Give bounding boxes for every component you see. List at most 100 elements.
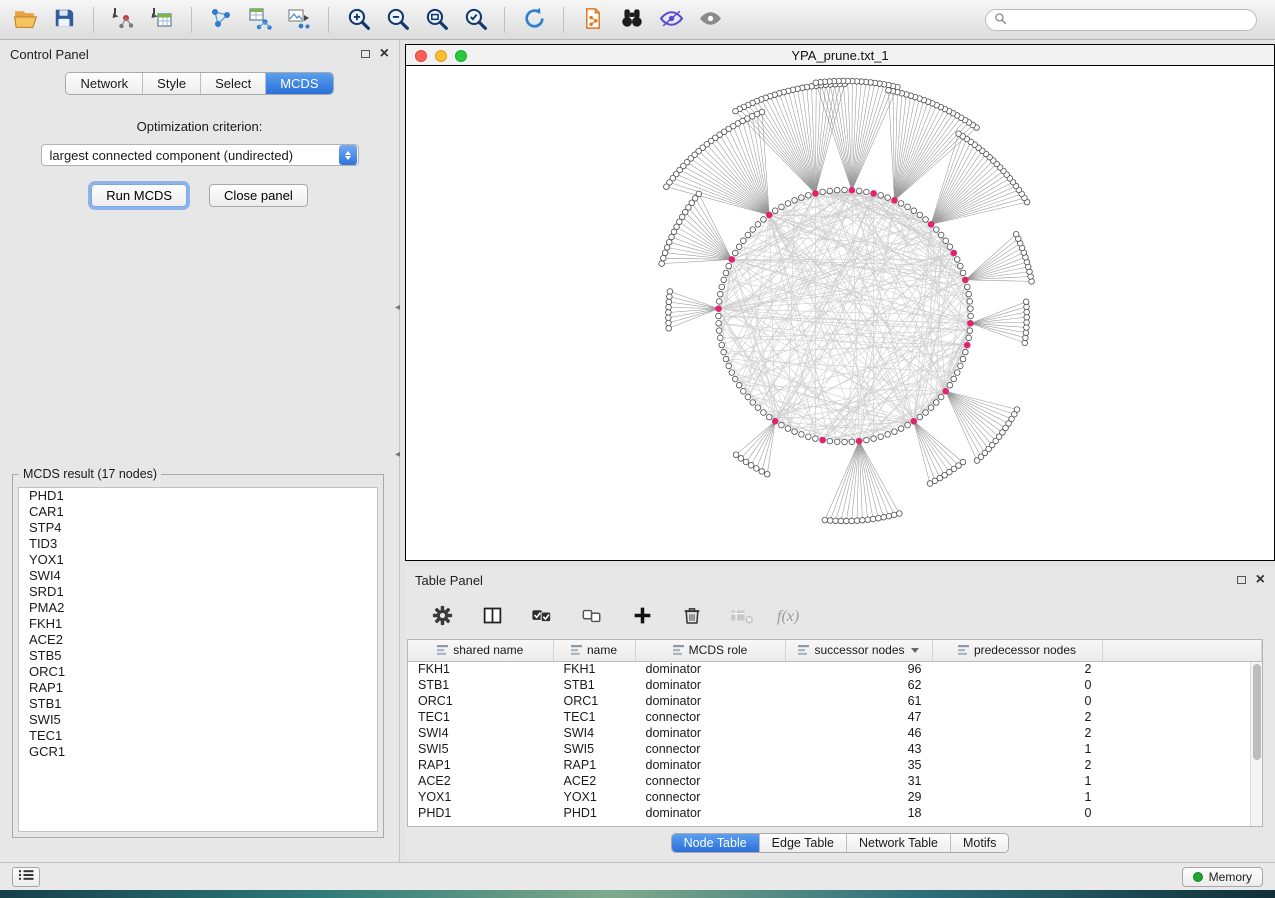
predecessor-nodes-cell[interactable]: 2 (932, 661, 1102, 677)
zoom-fit-button[interactable] (421, 5, 451, 35)
mcds-result-item[interactable]: RAP1 (19, 680, 377, 696)
shared-name-cell[interactable]: STB1 (408, 677, 553, 693)
tab-mcds[interactable]: MCDS (265, 73, 332, 94)
mcds-role-cell[interactable]: connector (635, 773, 785, 789)
mcds-result-item[interactable]: YOX1 (19, 552, 377, 568)
table-row[interactable]: FKH1FKH1dominator962 (408, 661, 1262, 677)
table-row[interactable]: STB1STB1dominator620 (408, 677, 1262, 693)
predecessor-nodes-cell[interactable]: 0 (932, 677, 1102, 693)
column-header-shared-name[interactable]: shared name (408, 640, 553, 661)
name-cell[interactable]: SWI5 (553, 741, 635, 757)
name-cell[interactable]: PHD1 (553, 805, 635, 821)
predecessor-nodes-cell[interactable]: 2 (932, 725, 1102, 741)
name-cell[interactable]: SWI4 (553, 725, 635, 741)
shared-name-cell[interactable]: SWI4 (408, 725, 553, 741)
table-scrollbar[interactable] (1250, 662, 1262, 826)
mcds-result-item[interactable]: SRD1 (19, 584, 377, 600)
mcds-role-cell[interactable]: dominator (635, 661, 785, 677)
splitter-collapse-icon[interactable]: ◂ (395, 302, 400, 313)
memory-button[interactable]: Memory (1182, 867, 1263, 887)
show-columns-button[interactable] (477, 602, 507, 632)
table-row[interactable]: SWI5SWI5connector431 (408, 741, 1262, 757)
mcds-role-cell[interactable]: dominator (635, 677, 785, 693)
mcds-role-cell[interactable]: connector (635, 709, 785, 725)
name-cell[interactable]: TEC1 (553, 709, 635, 725)
tab-style[interactable]: Style (142, 73, 200, 94)
zoom-out-button[interactable] (382, 5, 412, 35)
shared-name-cell[interactable]: PHD1 (408, 805, 553, 821)
refresh-button[interactable] (519, 5, 549, 35)
mcds-result-item[interactable]: STP4 (19, 520, 377, 536)
select-all-button[interactable] (527, 602, 557, 632)
predecessor-nodes-cell[interactable]: 2 (932, 709, 1102, 725)
mcds-result-item[interactable]: TID3 (19, 536, 377, 552)
successor-nodes-cell[interactable]: 61 (785, 693, 932, 709)
tab-edge-table[interactable]: Edge Table (759, 834, 846, 852)
successor-nodes-cell[interactable]: 31 (785, 773, 932, 789)
float-panel-icon[interactable] (361, 50, 370, 58)
mcds-role-cell[interactable]: dominator (635, 805, 785, 821)
table-row[interactable]: SWI4SWI4dominator462 (408, 725, 1262, 741)
predecessor-nodes-cell[interactable]: 1 (932, 741, 1102, 757)
column-header-predecessor-nodes[interactable]: predecessor nodes (932, 640, 1102, 661)
show-hide-button[interactable] (695, 5, 725, 35)
scrollbar-thumb[interactable] (1253, 664, 1261, 760)
export-image-button[interactable] (284, 5, 314, 35)
save-session-button[interactable] (49, 5, 79, 35)
predecessor-nodes-cell[interactable]: 1 (932, 789, 1102, 805)
mcds-result-list[interactable]: PHD1CAR1STP4TID3YOX1SWI4SRD1PMA2FKH1ACE2… (18, 487, 378, 832)
find-button[interactable] (617, 5, 647, 35)
name-cell[interactable]: STB1 (553, 677, 635, 693)
close-panel-icon[interactable]: × (380, 46, 389, 62)
mcds-result-item[interactable]: PHD1 (19, 488, 377, 504)
shared-name-cell[interactable]: SWI5 (408, 741, 553, 757)
deselect-all-button[interactable] (577, 602, 607, 632)
maximize-window-icon[interactable] (455, 50, 467, 62)
mcds-role-cell[interactable]: dominator (635, 693, 785, 709)
predecessor-nodes-cell[interactable]: 0 (932, 805, 1102, 821)
table-row[interactable]: TEC1TEC1connector472 (408, 709, 1262, 725)
mcds-role-cell[interactable]: connector (635, 741, 785, 757)
mcds-result-item[interactable]: CAR1 (19, 504, 377, 520)
tab-network-table[interactable]: Network Table (846, 834, 950, 852)
table-settings-button[interactable] (427, 602, 457, 632)
close-panel-button[interactable]: Close panel (209, 184, 308, 207)
splitter-collapse-icon[interactable]: ◂ (395, 449, 400, 460)
successor-nodes-cell[interactable]: 29 (785, 789, 932, 805)
float-panel-icon[interactable] (1237, 576, 1246, 584)
status-menu-button[interactable] (12, 867, 40, 887)
copy-style-button[interactable] (578, 5, 608, 35)
tab-node-table[interactable]: Node Table (672, 834, 759, 852)
new-network-button[interactable] (206, 5, 236, 35)
mcds-result-item[interactable]: FKH1 (19, 616, 377, 632)
column-header-name[interactable]: name (553, 640, 635, 661)
successor-nodes-cell[interactable]: 62 (785, 677, 932, 693)
shared-name-cell[interactable]: TEC1 (408, 709, 553, 725)
mcds-role-cell[interactable]: dominator (635, 757, 785, 773)
shared-name-cell[interactable]: RAP1 (408, 757, 553, 773)
mcds-result-item[interactable]: ACE2 (19, 632, 377, 648)
shared-name-cell[interactable]: ACE2 (408, 773, 553, 789)
table-row[interactable]: ORC1ORC1dominator610 (408, 693, 1262, 709)
successor-nodes-cell[interactable]: 35 (785, 757, 932, 773)
tab-motifs[interactable]: Motifs (950, 834, 1008, 852)
open-file-button[interactable] (10, 5, 40, 35)
optimization-criterion-select[interactable]: largest connected component (undirected) (41, 144, 359, 166)
successor-nodes-cell[interactable]: 96 (785, 661, 932, 677)
close-panel-icon[interactable]: × (1256, 572, 1265, 588)
name-cell[interactable]: YOX1 (553, 789, 635, 805)
add-row-button[interactable] (627, 602, 657, 632)
network-from-table-button[interactable] (245, 5, 275, 35)
tab-select[interactable]: Select (200, 73, 265, 94)
table-row[interactable]: PHD1PHD1dominator180 (408, 805, 1262, 821)
table-row[interactable]: ACE2ACE2connector311 (408, 773, 1262, 789)
close-window-icon[interactable] (415, 50, 427, 62)
mcds-result-item[interactable]: GCR1 (19, 744, 377, 760)
mcds-result-item[interactable]: SWI5 (19, 712, 377, 728)
mcds-result-item[interactable]: PMA2 (19, 600, 377, 616)
mcds-role-cell[interactable]: dominator (635, 725, 785, 741)
minimize-window-icon[interactable] (435, 50, 447, 62)
predecessor-nodes-cell[interactable]: 2 (932, 757, 1102, 773)
column-header-successor-nodes[interactable]: successor nodes (785, 640, 932, 661)
network-window-titlebar[interactable]: YPA_prune.txt_1 (406, 45, 1274, 66)
